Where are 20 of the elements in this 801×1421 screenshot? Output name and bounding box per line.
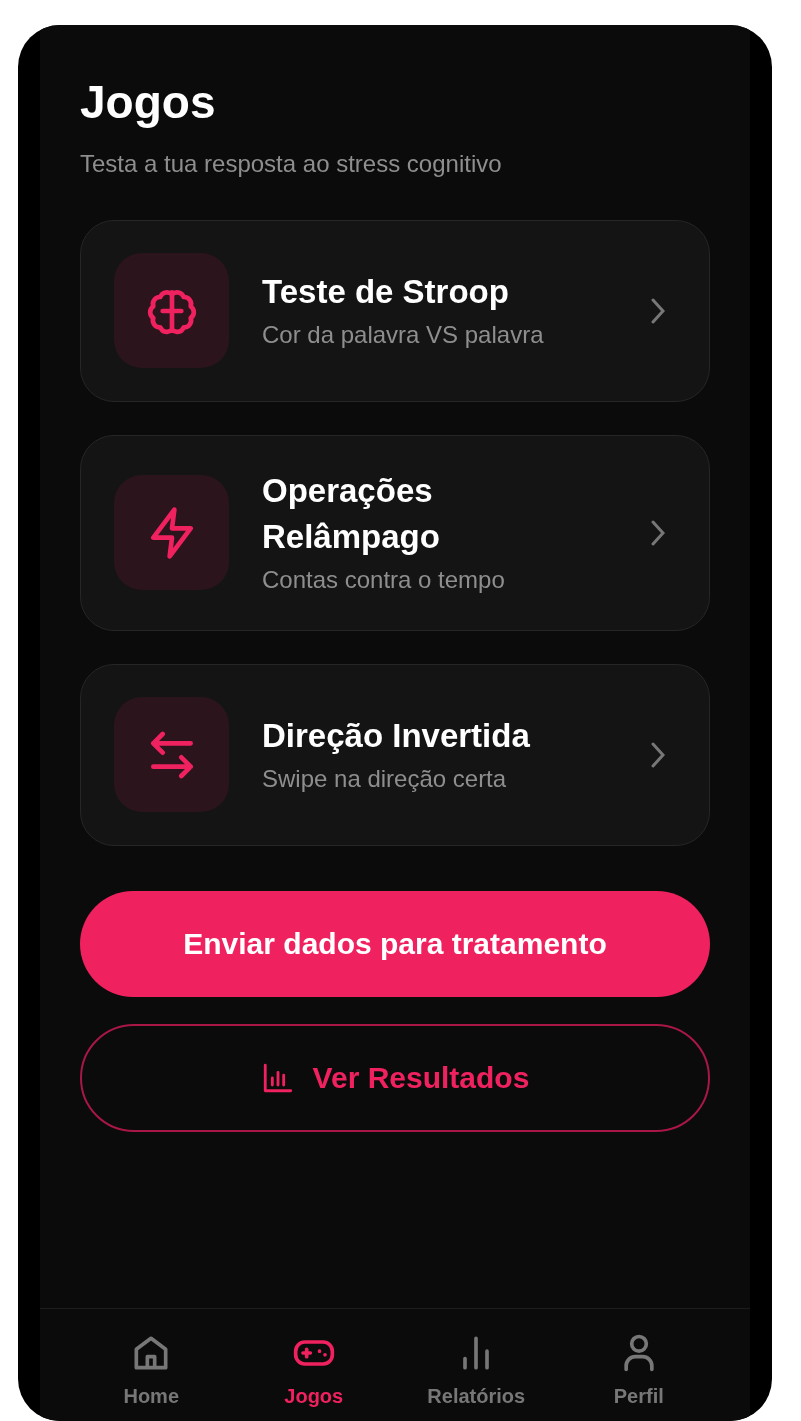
game-title: Teste de Stroop [262,271,510,312]
tab-bar-item[interactable]: Home [76,1331,227,1411]
game-card[interactable]: Teste de Stroop Cor da palavra VS palavra [80,219,710,402]
game-card[interactable]: Operações Relâmpago Contas contra o tempo [80,434,710,631]
game-card[interactable]: Direção Invertida Swipe na direção certa [80,663,710,846]
game-title: Direção Invertida [262,715,530,756]
game-description: Cor da palavra VS palavra [262,319,544,350]
send-data-button[interactable]: Enviar dados para tratamento [80,890,710,997]
results-button[interactable]: Ver Resultados [80,1023,710,1132]
chevron-right-icon [651,519,665,546]
tab-bar-item[interactable]: Jogos [238,1331,389,1411]
game-title: Operações Relâmpago [262,470,441,557]
page-title: Jogos [80,77,217,128]
game-description: Swipe na direção certa [262,764,508,795]
tab-bar-item[interactable]: Perfil [563,1331,714,1411]
chevron-right-icon [651,741,665,768]
tab-bar-item[interactable]: Relatórios [401,1331,552,1411]
page-subtitle: Testa a tua resposta ao stress cognitivo [80,148,503,179]
game-description: Contas contra o tempo [262,564,506,595]
chevron-right-icon [651,297,665,324]
